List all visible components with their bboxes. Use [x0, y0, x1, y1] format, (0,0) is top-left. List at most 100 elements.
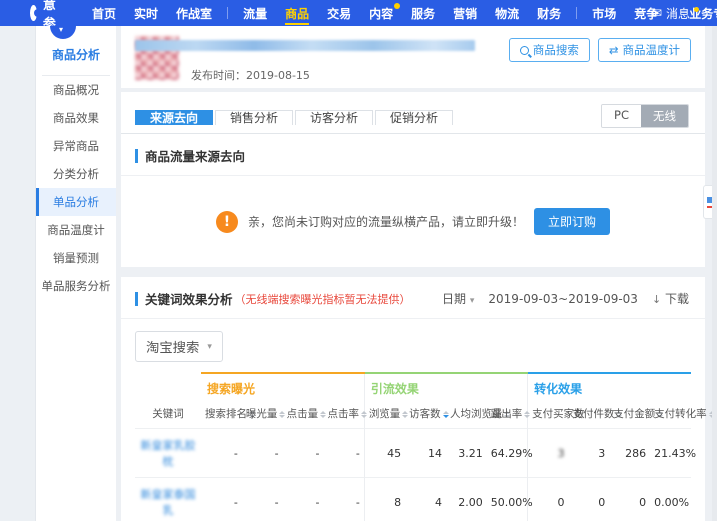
- flow-section-title: 商品流量来源去向: [145, 149, 246, 164]
- sort-down-arrow: [402, 414, 409, 421]
- publish-time: 发布时间：2019-08-15: [191, 69, 310, 82]
- nav-item-内容[interactable]: 内容: [360, 0, 402, 26]
- tab-来源去向[interactable]: 来源去向: [135, 110, 214, 125]
- sort-icon[interactable]: [524, 408, 531, 421]
- sidebar: 商品分析 商品概况商品效果异常商品分类分析单品分析商品温度计销量预测单品服务分析: [36, 25, 116, 521]
- sort-icon[interactable]: [442, 408, 449, 421]
- column-header-曝光量[interactable]: 曝光量: [242, 399, 286, 429]
- notification-badge: [394, 3, 401, 9]
- date-range-value[interactable]: 2019-09-03~2019-09-03: [488, 292, 638, 306]
- keyword-link[interactable]: 新皇家乳胶枕: [135, 428, 201, 478]
- warning-icon: !: [215, 210, 238, 233]
- sort-up-arrow: [320, 408, 327, 414]
- device-toggle-pc[interactable]: PC: [602, 105, 641, 127]
- column-header-支付件数[interactable]: 支付件数: [568, 399, 623, 429]
- upgrade-notice-text: 亲，您尚未订购对应的流量纵横产品，请立即升级！: [247, 215, 524, 229]
- device-toggle: PC 无线: [601, 104, 689, 128]
- sort-icon[interactable]: [402, 408, 409, 421]
- nav-item-市场[interactable]: 市场: [583, 0, 625, 26]
- device-toggle-wireless[interactable]: 无线: [641, 105, 688, 127]
- column-header-点击率[interactable]: 点击率: [323, 399, 367, 429]
- scrollbar[interactable]: [712, 26, 717, 521]
- nav-item-服务[interactable]: 服务: [402, 0, 444, 26]
- app-logo-icon: [30, 5, 42, 21]
- column-header-label: 支付件数: [572, 408, 615, 420]
- group-header-搜索曝光: 搜索曝光: [201, 372, 365, 399]
- sidebar-item-异常商品[interactable]: 异常商品: [36, 132, 116, 160]
- source-filter-select[interactable]: 淘宝搜索 ▾: [135, 331, 223, 362]
- column-header-label: 点击量: [286, 408, 319, 420]
- nav-item-物流[interactable]: 物流: [486, 0, 528, 26]
- sort-icon[interactable]: [279, 408, 286, 421]
- tab-促销分析[interactable]: 促销分析: [375, 110, 454, 125]
- tab-访客分析[interactable]: 访客分析: [295, 110, 374, 125]
- nav-item-商品[interactable]: 商品: [276, 0, 318, 26]
- sidebar-item-销量预测[interactable]: 销量预测: [36, 244, 116, 272]
- search-icon: [519, 45, 529, 55]
- sort-down-arrow: [360, 414, 367, 421]
- top-nav-right[interactable]: ✉ 消息: [652, 0, 699, 26]
- tab-销售分析[interactable]: 销售分析: [215, 110, 294, 125]
- cell-value: -: [201, 428, 242, 478]
- keyword-section-note: （无线端搜索曝光指标暂无法提供）: [234, 292, 411, 306]
- sidebar-item-商品温度计[interactable]: 商品温度计: [36, 216, 116, 244]
- column-header-label: 浏览量: [368, 408, 401, 420]
- column-header-人均浏览量[interactable]: 人均浏览量: [446, 399, 511, 429]
- column-header-搜索排名[interactable]: 搜索排名: [201, 399, 255, 429]
- cell-value: 45: [363, 428, 406, 478]
- sidebar-item-商品效果[interactable]: 商品效果: [36, 104, 116, 132]
- keyword-section-header: 关键词效果分析 （无线端搜索曝光指标暂无法提供） 日期 ▾ 2019-09-03…: [121, 277, 705, 319]
- nav-divider: [576, 7, 578, 19]
- cell-value: 50.00%: [486, 477, 533, 521]
- keyword-section-title: 关键词效果分析: [145, 292, 233, 307]
- sort-icon[interactable]: [320, 408, 327, 421]
- product-thermometer-button[interactable]: ⇄ 商品温度计: [597, 38, 691, 62]
- flow-section-header: 商品流量来源去向: [121, 134, 705, 175]
- column-header-支付转化率[interactable]: 支付转化率: [650, 399, 715, 429]
- download-link[interactable]: ↓ 下载: [652, 290, 689, 307]
- column-header-label: 搜索排名: [205, 408, 247, 420]
- column-header-浏览量[interactable]: 浏览量: [363, 399, 409, 429]
- sort-up-arrow: [360, 408, 367, 414]
- column-header-支付买家数[interactable]: 支付买家数: [527, 399, 585, 429]
- date-dropdown[interactable]: 日期 ▾: [442, 290, 474, 307]
- table-row: 新皇家乳胶枕 - - - -45 14 3.21 64.29% 3 3 286 21.43%: [135, 428, 696, 478]
- section-bar: [135, 148, 138, 163]
- column-header-访客数[interactable]: 访客数: [405, 399, 449, 429]
- nav-item-交易[interactable]: 交易: [318, 0, 360, 26]
- nav-divider: [227, 7, 229, 19]
- column-header-跳出率[interactable]: 跳出率: [487, 399, 531, 429]
- sidebar-item-单品分析[interactable]: 单品分析: [36, 188, 116, 216]
- sort-up-arrow: [442, 408, 449, 414]
- column-header-点击量[interactable]: 点击量: [283, 399, 327, 429]
- nav-item-首页[interactable]: 首页: [83, 0, 125, 26]
- nav-item-实时[interactable]: 实时: [125, 0, 167, 26]
- sidebar-item-商品概况[interactable]: 商品概况: [36, 76, 116, 104]
- product-header-card: 发布时间：2019-08-15 商品搜索 ⇄ 商品温度计: [121, 26, 705, 88]
- sort-icon[interactable]: [360, 408, 367, 421]
- mail-icon: ✉: [651, 6, 662, 20]
- collapsed-icon-strip: [0, 26, 36, 521]
- nav-item-营销[interactable]: 营销: [444, 0, 486, 26]
- switch-icon: ⇄: [608, 45, 619, 57]
- cell-value: 8: [363, 477, 406, 521]
- section-bar: [135, 291, 138, 306]
- sort-down-arrow: [279, 414, 286, 421]
- keyword-link[interactable]: 新皇家泰国乳: [135, 477, 201, 521]
- column-header-支付金额[interactable]: 支付金额: [609, 399, 664, 429]
- message-link[interactable]: 消息: [666, 5, 690, 22]
- cell-value: 0.00%: [650, 477, 691, 521]
- column-header-label: 曝光量: [245, 408, 278, 420]
- nav-item-财务[interactable]: 财务: [528, 0, 570, 26]
- nav-item-作战室[interactable]: 作战室: [167, 0, 221, 26]
- cell-value: 3: [568, 428, 610, 478]
- cell-value: 0: [527, 477, 569, 521]
- order-now-button[interactable]: 立即订购: [534, 208, 611, 235]
- sidebar-item-分类分析[interactable]: 分类分析: [36, 160, 116, 188]
- top-nav-items: 首页实时作战室流量商品交易内容服务营销物流财务市场竞争业务专区取数学院: [83, 0, 717, 26]
- table-group-row: 搜索曝光 引流效果 转化效果: [135, 372, 691, 399]
- main-content: 发布时间：2019-08-15 商品搜索 ⇄ 商品温度计 来源去向 销售分析 访客分…: [116, 26, 717, 521]
- nav-item-流量[interactable]: 流量: [234, 0, 276, 26]
- product-search-button[interactable]: 商品搜索: [508, 38, 590, 62]
- sidebar-item-单品服务分析[interactable]: 单品服务分析: [36, 272, 116, 300]
